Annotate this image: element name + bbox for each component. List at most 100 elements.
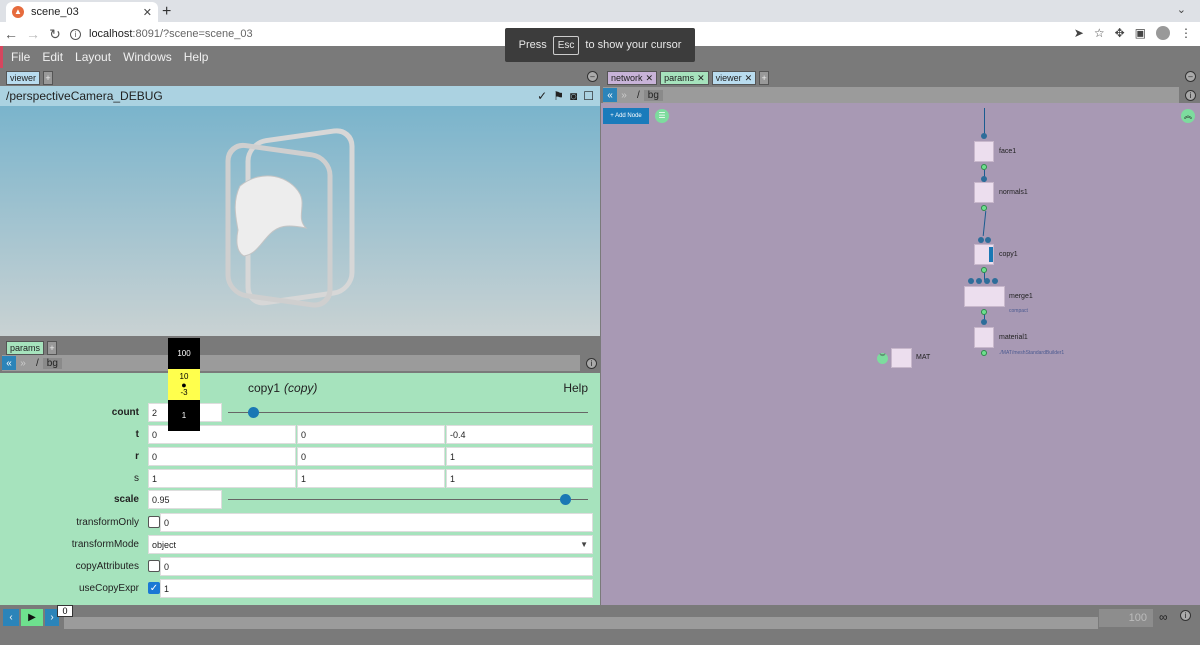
browser-tab[interactable]: ▲ scene_03 ✕ [6,2,158,22]
transformMode-select[interactable]: object ▼ [148,535,593,554]
path-segment[interactable]: bg [643,89,663,101]
add-tab-button[interactable]: + [47,341,58,355]
node-output-port[interactable] [981,164,987,170]
t-z-input[interactable]: -0.4 [446,425,593,444]
r-z-input[interactable]: 1 [446,447,593,466]
forward-arrow-icon[interactable]: → [22,26,44,42]
scale-slider-track[interactable] [228,499,588,500]
tab-params[interactable]: params ✕ [660,71,709,85]
site-info-icon[interactable]: i [70,28,81,40]
timeline-track[interactable] [64,617,1098,629]
node-merge1[interactable] [964,286,1005,307]
play-icon[interactable]: ▶ [21,609,43,626]
node-face1[interactable] [974,141,994,162]
node-input-port[interactable] [981,319,987,325]
info-icon[interactable]: i [1185,90,1196,101]
collapse-up-icon[interactable]: ︽ [1181,109,1195,123]
tab-viewer[interactable]: viewer [6,71,41,85]
copyAttributes-checkbox[interactable] [148,560,160,572]
transformOnly-checkbox[interactable] [148,516,160,528]
add-tab-button[interactable]: + [759,71,770,85]
close-tab-icon[interactable]: ✕ [697,73,705,84]
bookmark-star-icon[interactable]: ☆ [1094,26,1105,40]
panel-collapse-icon[interactable]: – [1185,71,1196,82]
t-y-input[interactable]: 0 [297,425,445,444]
info-icon[interactable]: i [1180,610,1191,621]
close-tab-icon[interactable]: ✕ [646,73,654,84]
path-forward-icon[interactable]: » [16,356,30,370]
ladder-step-10[interactable]: 10 ● -3 [168,369,200,400]
copyAttributes-input[interactable]: 0 [160,557,593,576]
menu-file[interactable]: File [11,50,30,64]
display-flag[interactable] [989,247,993,262]
add-tab-button[interactable]: + [43,71,54,85]
menu-windows[interactable]: Windows [123,50,172,64]
count-slider-track[interactable] [228,412,588,413]
s-x-input[interactable]: 1 [148,469,296,488]
back-arrow-icon[interactable]: ← [0,26,22,42]
useCopyExpr-checkbox[interactable]: ✓ [148,582,160,594]
add-node-button[interactable]: + Add Node [603,108,649,124]
menu-edit[interactable]: Edit [42,50,63,64]
new-tab-plus-icon[interactable]: + [162,3,171,21]
node-output-port[interactable] [981,267,987,273]
loop-icon[interactable]: ∞ [1159,610,1168,624]
ladder-step-100[interactable]: 100 [168,338,200,369]
r-y-input[interactable]: 0 [297,447,445,466]
extensions-puzzle-icon[interactable]: ✥ [1115,26,1125,40]
url-field[interactable]: i localhost:8091/?scene=scene_03 [70,28,253,40]
node-output-port[interactable] [981,205,987,211]
list-icon[interactable]: ☰ [655,109,669,123]
frame-square-icon[interactable]: ☐ [583,89,594,103]
send-icon[interactable]: ➤ [1074,26,1084,40]
node-output-port[interactable] [981,309,987,315]
node-material1[interactable] [974,327,994,348]
node-input-port[interactable] [985,237,991,243]
s-y-input[interactable]: 1 [297,469,445,488]
path-forward-icon[interactable]: » [617,88,631,102]
tab-viewer[interactable]: viewer ✕ [711,71,757,85]
expand-down-icon[interactable]: ︾ [877,353,888,364]
useCopyExpr-input[interactable]: 1 [160,579,593,598]
path-back-icon[interactable]: « [2,356,16,370]
step-back-icon[interactable]: ‹ [3,609,19,626]
scale-input[interactable]: 0.95 [148,490,222,509]
path-segment[interactable]: bg [42,357,62,369]
camera-icon[interactable]: ◙ [570,89,577,103]
s-z-input[interactable]: 1 [446,469,593,488]
info-icon[interactable]: i [586,358,597,369]
chevron-down-icon[interactable]: ⌄ [1177,3,1186,16]
node-output-port[interactable] [981,350,987,356]
sidebar-panel-icon[interactable]: ▣ [1135,26,1146,40]
node-input-port[interactable] [981,133,987,139]
reload-icon[interactable]: ↻ [44,26,66,43]
node-input-port[interactable] [984,278,990,284]
node-input-port[interactable] [992,278,998,284]
transformOnly-input[interactable]: 0 [160,513,593,532]
tab-network[interactable]: network ✕ [607,71,658,85]
scale-slider-knob[interactable] [560,494,571,505]
flag-icon[interactable]: ⚑ [553,89,564,103]
tab-params[interactable]: params [6,341,45,355]
path-root-separator[interactable]: / [36,358,39,369]
node-input-port[interactable] [978,237,984,243]
help-link[interactable]: Help [563,381,588,395]
close-tab-icon[interactable]: ✕ [745,73,753,84]
close-tab-icon[interactable]: ✕ [143,6,152,19]
current-frame[interactable]: 0 [57,605,73,617]
profile-avatar-icon[interactable] [1156,26,1170,40]
ladder-step-1[interactable]: 1 [168,400,200,431]
path-back-icon[interactable]: « [603,88,617,102]
r-x-input[interactable]: 0 [148,447,296,466]
browser-menu-icon[interactable]: ⋮ [1180,26,1192,40]
node-input-port[interactable] [968,278,974,284]
panel-collapse-icon[interactable]: – [587,71,598,82]
3d-viewport[interactable] [0,106,600,336]
path-root-separator[interactable]: / [637,90,640,101]
node-input-port[interactable] [976,278,982,284]
node-MAT[interactable] [891,348,912,368]
check-circle-icon[interactable]: ✓ [537,89,547,103]
node-network-editor[interactable]: + Add Node ☰ ︽ face1 normals1 copy1 merg… [601,103,1200,605]
count-slider-knob[interactable] [248,407,259,418]
node-normals1[interactable] [974,182,994,203]
